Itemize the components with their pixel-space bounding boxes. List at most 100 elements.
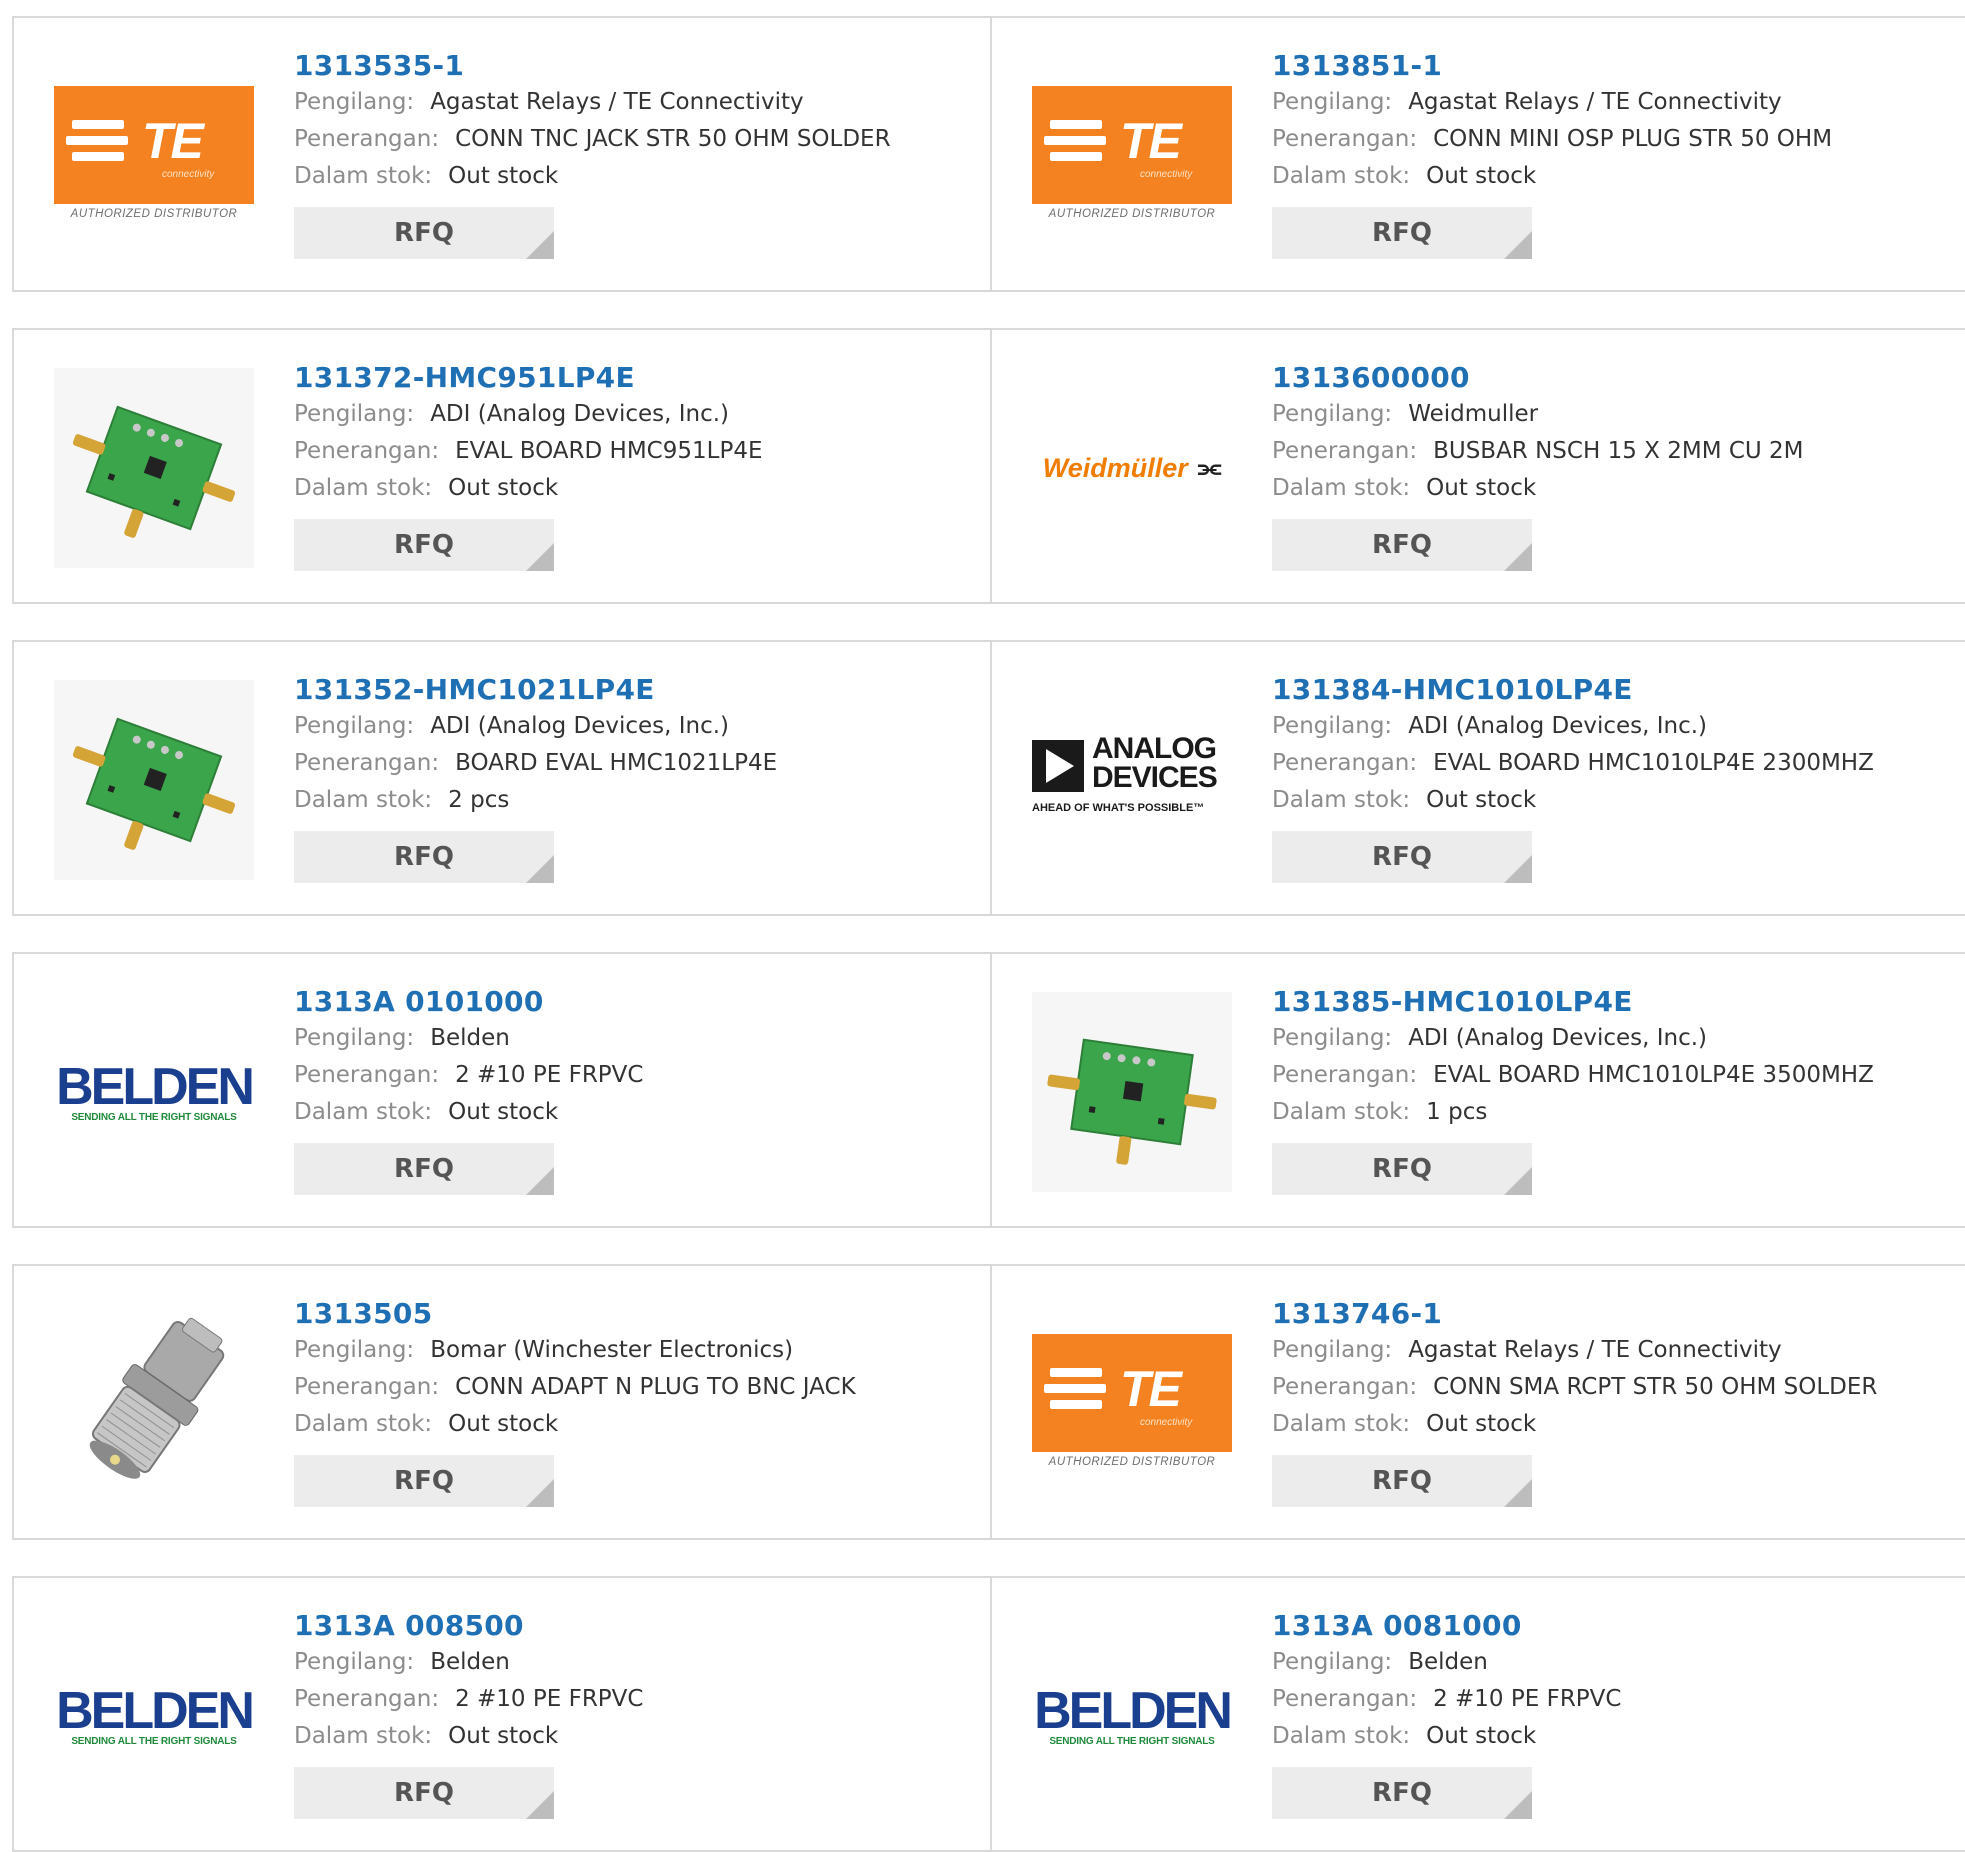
rfq-button[interactable]: RFQ <box>294 1143 554 1195</box>
description-row: Penerangan: EVAL BOARD HMC1010LP4E 2300MH… <box>1272 745 1874 782</box>
stock-value: Out stock <box>448 163 559 189</box>
stock-label: Dalam stok: <box>1272 163 1411 189</box>
rfq-button[interactable]: RFQ <box>1272 1143 1532 1195</box>
description-value: 2 #10 PE FRPVC <box>1433 1686 1622 1712</box>
eval-board-photo <box>54 368 254 568</box>
product-image[interactable] <box>1032 992 1232 1192</box>
product-image[interactable]: BELDEN SENDING ALL THE RIGHT SIGNALS <box>1032 1646 1233 1786</box>
manufacturer-value: Belden <box>430 1649 510 1675</box>
rfq-label: RFQ <box>394 1466 454 1496</box>
description-row: Penerangan: BUSBAR NSCH 15 X 2MM CU 2M <box>1272 433 1804 470</box>
stock-value: Out stock <box>448 1411 559 1437</box>
manufacturer-row: Pengilang: Belden <box>1272 1644 1621 1681</box>
product-info: 1313A 0101000 Pengilang: Belden Peneranga… <box>294 984 643 1195</box>
description-value: CONN TNC JACK STR 50 OHM SOLDER <box>455 126 891 152</box>
product-card: BELDEN SENDING ALL THE RIGHT SIGNALS 131… <box>990 1576 1965 1852</box>
rfq-button[interactable]: RFQ <box>1272 207 1532 259</box>
product-image[interactable]: Weidmüller ⫘ <box>1032 398 1232 538</box>
part-number-link[interactable]: 1313535-1 <box>294 48 891 84</box>
rfq-button[interactable]: RFQ <box>294 1767 554 1819</box>
product-info: 1313505 Pengilang: Bomar (Winchester Elec… <box>294 1296 856 1507</box>
rfq-label: RFQ <box>1372 1778 1432 1808</box>
product-image[interactable] <box>54 1304 254 1504</box>
part-number-link[interactable]: 1313851-1 <box>1272 48 1832 84</box>
te-connectivity-logo: TE connectivity AUTHORIZED DISTRIBUTOR <box>1032 1334 1232 1474</box>
stock-row: Dalam stok: Out stock <box>1272 470 1804 507</box>
rfq-button[interactable]: RFQ <box>1272 831 1532 883</box>
part-number-link[interactable]: 131372-HMC951LP4E <box>294 360 763 396</box>
rfq-button[interactable]: RFQ <box>1272 1767 1532 1819</box>
stock-row: Dalam stok: Out stock <box>1272 1406 1877 1443</box>
description-label: Penerangan: <box>1272 750 1418 776</box>
part-number-link[interactable]: 131384-HMC1010LP4E <box>1272 672 1874 708</box>
product-image[interactable] <box>54 680 254 880</box>
rfq-button[interactable]: RFQ <box>294 831 554 883</box>
manufacturer-label: Pengilang: <box>1272 401 1393 427</box>
description-value: CONN MINI OSP PLUG STR 50 OHM <box>1433 126 1833 152</box>
rfq-button[interactable]: RFQ <box>294 1455 554 1507</box>
manufacturer-row: Pengilang: Agastat Relays / TE Connectivi… <box>1272 84 1832 121</box>
rfq-label: RFQ <box>1372 530 1432 560</box>
product-card: 131352-HMC1021LP4E Pengilang: ADI (Analog… <box>12 640 992 916</box>
manufacturer-row: Pengilang: Agastat Relays / TE Connectivi… <box>1272 1332 1877 1369</box>
product-image[interactable] <box>54 368 254 568</box>
manufacturer-row: Pengilang: Weidmuller <box>1272 396 1804 433</box>
weidmuller-logo: Weidmüller ⫘ <box>1042 452 1222 483</box>
manufacturer-label: Pengilang: <box>294 1649 415 1675</box>
manufacturer-label: Pengilang: <box>1272 89 1393 115</box>
manufacturer-label: Pengilang: <box>1272 1025 1393 1051</box>
description-label: Penerangan: <box>1272 126 1418 152</box>
rfq-label: RFQ <box>1372 842 1432 872</box>
product-info: 131384-HMC1010LP4E Pengilang: ADI (Analog… <box>1272 672 1874 883</box>
product-card: Weidmüller ⫘ 1313600000 Pengilang: Weidmull… <box>990 328 1965 604</box>
product-card: TE connectivity AUTHORIZED DISTRIBUTOR 1… <box>12 16 992 292</box>
stock-row: Dalam stok: Out stock <box>294 158 891 195</box>
manufacturer-value: Weidmuller <box>1408 401 1539 427</box>
description-row: Penerangan: 2 #10 PE FRPVC <box>294 1057 643 1094</box>
stock-value: Out stock <box>1426 475 1537 501</box>
stock-label: Dalam stok: <box>1272 475 1411 501</box>
product-image[interactable]: ANALOG DEVICES AHEAD OF WHAT'S POSSIBLE™ <box>1032 710 1232 850</box>
rfq-button[interactable]: RFQ <box>294 519 554 571</box>
stock-value: Out stock <box>448 1099 559 1125</box>
stock-value: Out stock <box>448 475 559 501</box>
rfq-button[interactable]: RFQ <box>294 207 554 259</box>
product-image[interactable]: TE connectivity AUTHORIZED DISTRIBUTOR <box>54 86 254 226</box>
part-number-link[interactable]: 1313A 0101000 <box>294 984 643 1020</box>
manufacturer-value: Agastat Relays / TE Connectivity <box>1408 89 1782 115</box>
description-row: Penerangan: 2 #10 PE FRPVC <box>294 1681 643 1718</box>
description-label: Penerangan: <box>1272 1374 1418 1400</box>
manufacturer-value: ADI (Analog Devices, Inc.) <box>430 401 730 427</box>
description-row: Penerangan: CONN SMA RCPT STR 50 OHM SOLD… <box>1272 1369 1877 1406</box>
part-number-link[interactable]: 1313A 0081000 <box>1272 1608 1621 1644</box>
description-label: Penerangan: <box>1272 1686 1418 1712</box>
description-row: Penerangan: EVAL BOARD HMC951LP4E <box>294 433 763 470</box>
part-number-link[interactable]: 1313746-1 <box>1272 1296 1877 1332</box>
stock-label: Dalam stok: <box>294 1099 433 1125</box>
product-image[interactable]: BELDEN SENDING ALL THE RIGHT SIGNALS <box>54 1022 255 1162</box>
part-number-link[interactable]: 1313600000 <box>1272 360 1804 396</box>
part-number-link[interactable]: 131385-HMC1010LP4E <box>1272 984 1874 1020</box>
part-number-link[interactable]: 1313505 <box>294 1296 856 1332</box>
description-row: Penerangan: CONN TNC JACK STR 50 OHM SOLD… <box>294 121 891 158</box>
description-value: 2 #10 PE FRPVC <box>455 1062 644 1088</box>
manufacturer-label: Pengilang: <box>1272 713 1393 739</box>
rfq-label: RFQ <box>394 530 454 560</box>
description-label: Penerangan: <box>294 438 440 464</box>
rfq-button[interactable]: RFQ <box>1272 519 1532 571</box>
product-image[interactable]: TE connectivity AUTHORIZED DISTRIBUTOR <box>1032 1334 1232 1474</box>
stock-label: Dalam stok: <box>1272 1411 1411 1437</box>
product-card: 131385-HMC1010LP4E Pengilang: ADI (Analog… <box>990 952 1965 1228</box>
part-number-link[interactable]: 1313A 008500 <box>294 1608 643 1644</box>
description-value: BOARD EVAL HMC1021LP4E <box>455 750 778 776</box>
product-image[interactable]: BELDEN SENDING ALL THE RIGHT SIGNALS <box>54 1646 255 1786</box>
manufacturer-label: Pengilang: <box>294 1025 415 1051</box>
rfq-button[interactable]: RFQ <box>1272 1455 1532 1507</box>
manufacturer-label: Pengilang: <box>294 1337 415 1363</box>
part-number-link[interactable]: 131352-HMC1021LP4E <box>294 672 777 708</box>
product-info: 1313535-1 Pengilang: Agastat Relays / TE … <box>294 48 891 259</box>
product-image[interactable]: TE connectivity AUTHORIZED DISTRIBUTOR <box>1032 86 1232 226</box>
belden-logo: BELDEN SENDING ALL THE RIGHT SIGNALS <box>1034 1681 1233 1747</box>
description-value: 2 #10 PE FRPVC <box>455 1686 644 1712</box>
product-info: 1313A 008500 Pengilang: Belden Penerangan… <box>294 1608 643 1819</box>
